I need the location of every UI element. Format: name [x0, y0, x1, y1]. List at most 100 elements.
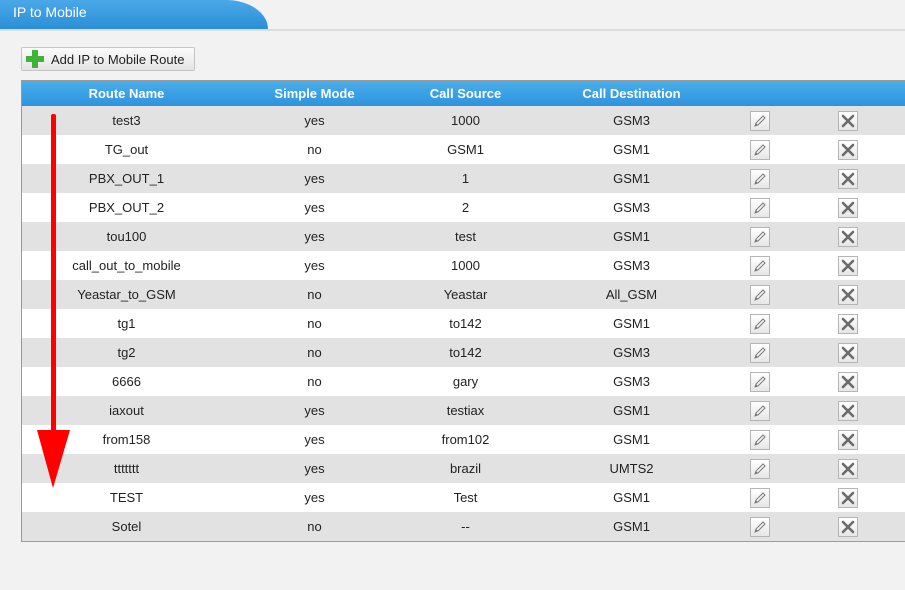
- call-destination: GSM1: [613, 490, 650, 505]
- pencil-icon[interactable]: [750, 400, 770, 421]
- pencil-icon[interactable]: [750, 458, 770, 479]
- route-name: PBX_OUT_1: [88, 171, 165, 186]
- x-icon[interactable]: [837, 429, 858, 450]
- route-name: 6666: [112, 374, 141, 389]
- delete-cell: [790, 483, 905, 512]
- edit-cell: [730, 512, 790, 541]
- pencil-icon[interactable]: [750, 342, 770, 363]
- edit-cell: [730, 425, 790, 454]
- call-source: to142: [449, 345, 482, 360]
- table-row: PBX_OUT_2 yes 2 GSM3: [22, 193, 905, 222]
- edit-cell: [730, 367, 790, 396]
- x-icon[interactable]: [837, 168, 858, 189]
- edit-cell: [730, 338, 790, 367]
- edit-cell: [730, 251, 790, 280]
- delete-cell: [790, 280, 905, 309]
- x-icon[interactable]: [837, 487, 858, 508]
- edit-cell: [730, 106, 790, 135]
- delete-cell: [790, 367, 905, 396]
- pencil-icon[interactable]: [750, 429, 770, 450]
- plus-icon: [26, 50, 44, 68]
- delete-cell: [790, 222, 905, 251]
- simple-mode: yes: [304, 432, 325, 447]
- header-call-destination[interactable]: Call Destination: [533, 81, 730, 106]
- x-icon[interactable]: [837, 139, 858, 160]
- x-icon[interactable]: [837, 197, 858, 218]
- x-icon[interactable]: [837, 255, 858, 276]
- add-route-button[interactable]: Add IP to Mobile Route: [21, 47, 195, 71]
- simple-mode: yes: [304, 171, 325, 186]
- edit-cell: [730, 222, 790, 251]
- pencil-icon[interactable]: [750, 197, 770, 218]
- delete-cell: [790, 106, 905, 135]
- x-icon[interactable]: [837, 458, 858, 479]
- header-simple-mode[interactable]: Simple Mode: [231, 81, 398, 106]
- edit-cell: [730, 164, 790, 193]
- x-icon[interactable]: [837, 226, 858, 247]
- pencil-icon[interactable]: [750, 284, 770, 305]
- x-icon[interactable]: [837, 313, 858, 334]
- simple-mode: no: [307, 345, 322, 360]
- route-name: iaxout: [109, 403, 144, 418]
- delete-cell: [790, 309, 905, 338]
- table-row: iaxout yes testiax GSM1: [22, 396, 905, 425]
- x-icon[interactable]: [837, 371, 858, 392]
- table-row: tou100 yes test GSM1: [22, 222, 905, 251]
- x-icon[interactable]: [837, 516, 858, 537]
- tab-label: IP to Mobile: [13, 4, 87, 20]
- table-row: Yeastar_to_GSM no Yeastar All_GSM: [22, 280, 905, 309]
- pencil-icon[interactable]: [750, 255, 770, 276]
- table-row: test3 yes 1000 GSM3: [22, 106, 905, 135]
- call-destination: GSM3: [613, 374, 650, 389]
- table-row: 6666 no gary GSM3: [22, 367, 905, 396]
- delete-cell: [790, 396, 905, 425]
- route-name: TEST: [109, 490, 144, 505]
- simple-mode: yes: [304, 113, 325, 128]
- pencil-icon[interactable]: [750, 313, 770, 334]
- simple-mode: yes: [304, 258, 325, 273]
- route-name: test3: [112, 113, 141, 128]
- pencil-icon[interactable]: [750, 516, 770, 537]
- x-icon[interactable]: [837, 342, 858, 363]
- delete-cell: [790, 425, 905, 454]
- pencil-icon[interactable]: [750, 139, 770, 160]
- route-name: tg1: [117, 316, 136, 331]
- header-call-source[interactable]: Call Source: [398, 81, 533, 106]
- x-icon[interactable]: [837, 284, 858, 305]
- table-row: call_out_to_mobile yes 1000 GSM3: [22, 251, 905, 280]
- call-destination: GSM1: [613, 519, 650, 534]
- route-name: call_out_to_mobile: [72, 258, 181, 273]
- simple-mode: no: [307, 142, 322, 157]
- pencil-icon[interactable]: [750, 371, 770, 392]
- call-source: GSM1: [447, 142, 484, 157]
- edit-cell: [730, 396, 790, 425]
- pencil-icon[interactable]: [750, 226, 770, 247]
- delete-cell: [790, 512, 905, 541]
- edit-cell: [730, 454, 790, 483]
- x-icon[interactable]: [837, 400, 858, 421]
- call-destination: GSM1: [613, 142, 650, 157]
- call-destination: GSM1: [613, 403, 650, 418]
- x-icon[interactable]: [837, 110, 858, 131]
- route-name: Sotel: [111, 519, 142, 534]
- table-row: Sotel no -- GSM1: [22, 512, 905, 541]
- call-destination: GSM3: [613, 113, 650, 128]
- table-row: TG_out no GSM1 GSM1: [22, 135, 905, 164]
- table-row: tg2 no to142 GSM3: [22, 338, 905, 367]
- call-source: brazil: [449, 461, 482, 476]
- pencil-icon[interactable]: [750, 487, 770, 508]
- call-destination: GSM3: [613, 258, 650, 273]
- delete-cell: [790, 251, 905, 280]
- pencil-icon[interactable]: [750, 110, 770, 131]
- table-header: Route Name Simple Mode Call Source Call …: [22, 81, 905, 106]
- call-source: Yeastar: [443, 287, 488, 302]
- header-route-name[interactable]: Route Name: [22, 81, 231, 106]
- pencil-icon[interactable]: [750, 168, 770, 189]
- edit-cell: [730, 309, 790, 338]
- call-source: --: [461, 519, 470, 534]
- call-source: 1000: [451, 258, 480, 273]
- call-source: 1000: [451, 113, 480, 128]
- simple-mode: yes: [304, 490, 325, 505]
- tab-ip-to-mobile[interactable]: IP to Mobile: [0, 0, 268, 29]
- delete-cell: [790, 135, 905, 164]
